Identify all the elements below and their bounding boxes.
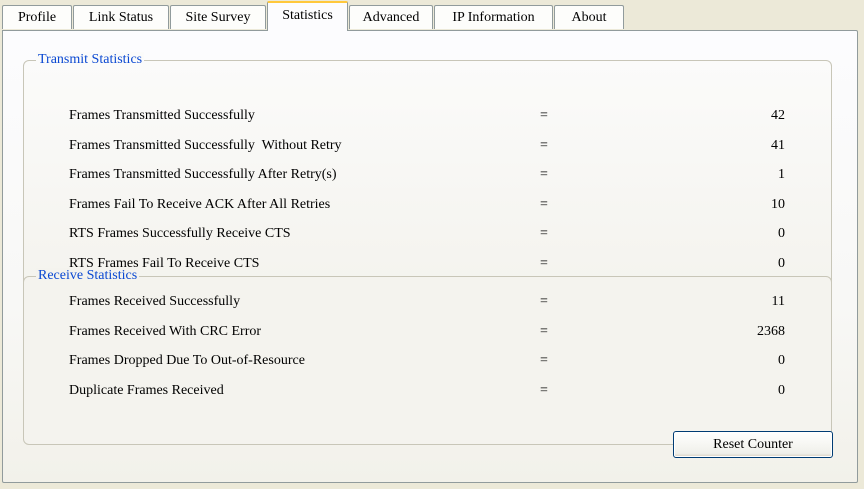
row-label: RTS Frames Successfully Receive CTS xyxy=(69,226,291,241)
row-value: 2368 xyxy=(757,324,785,339)
receive-row: Frames Received With CRC Error = 2368 xyxy=(24,322,831,342)
transmit-row: Frames Transmitted Successfully After Re… xyxy=(24,165,831,185)
transmit-row: RTS Frames Fail To Receive CTS = 0 xyxy=(24,254,831,274)
row-equals: = xyxy=(540,197,548,212)
row-value: 1 xyxy=(778,167,785,182)
tab-advanced[interactable]: Advanced xyxy=(349,5,433,29)
receive-row: Frames Received Successfully = 11 xyxy=(24,292,831,312)
row-label: Frames Transmitted Successfully Without … xyxy=(69,138,342,153)
row-value: 0 xyxy=(778,353,785,368)
receive-statistics-title: Receive Statistics xyxy=(36,268,140,284)
row-equals: = xyxy=(540,324,548,339)
row-value: 42 xyxy=(771,108,785,123)
row-equals: = xyxy=(540,138,548,153)
row-label: Duplicate Frames Received xyxy=(69,383,224,398)
transmit-row: RTS Frames Successfully Receive CTS = 0 xyxy=(24,224,831,244)
row-equals: = xyxy=(540,256,548,271)
tab-site-survey[interactable]: Site Survey xyxy=(170,5,266,29)
row-label: Frames Transmitted Successfully After Re… xyxy=(69,167,337,182)
row-label: Frames Received Successfully xyxy=(69,294,241,309)
reset-counter-button[interactable]: Reset Counter xyxy=(673,431,833,458)
tab-about[interactable]: About xyxy=(554,5,624,29)
row-value: 41 xyxy=(771,138,785,153)
transmit-statistics-group: Transmit Statistics Frames Transmitted S… xyxy=(23,52,832,291)
row-label: Frames Fail To Receive ACK After All Ret… xyxy=(69,197,331,212)
row-equals: = xyxy=(540,383,548,398)
statistics-panel: Transmit Statistics Frames Transmitted S… xyxy=(2,30,858,483)
row-label: Frames Transmitted Successfully xyxy=(69,108,255,123)
row-value: 0 xyxy=(778,256,785,271)
tab-bar: Profile Link Status Site Survey Statisti… xyxy=(0,0,864,31)
transmit-statistics-title: Transmit Statistics xyxy=(36,52,145,68)
row-equals: = xyxy=(540,294,548,309)
row-value: 11 xyxy=(771,294,785,309)
tab-profile[interactable]: Profile xyxy=(2,5,72,29)
transmit-row: Frames Transmitted Successfully = 42 xyxy=(24,106,831,126)
receive-row: Duplicate Frames Received = 0 xyxy=(24,381,831,401)
row-equals: = xyxy=(540,353,548,368)
row-label: Frames Received With CRC Error xyxy=(69,324,262,339)
transmit-row: Frames Fail To Receive ACK After All Ret… xyxy=(24,195,831,215)
row-equals: = xyxy=(540,226,548,241)
row-equals: = xyxy=(540,108,548,123)
receive-statistics-group: Receive Statistics Frames Received Succe… xyxy=(23,268,832,445)
row-value: 0 xyxy=(778,226,785,241)
row-label: Frames Dropped Due To Out-of-Resource xyxy=(69,353,305,368)
tab-link-status[interactable]: Link Status xyxy=(73,5,169,29)
row-value: 0 xyxy=(778,383,785,398)
receive-row: Frames Dropped Due To Out-of-Resource = … xyxy=(24,351,831,371)
transmit-row: Frames Transmitted Successfully Without … xyxy=(24,136,831,156)
row-value: 10 xyxy=(771,197,785,212)
tab-statistics[interactable]: Statistics xyxy=(267,1,348,31)
row-equals: = xyxy=(540,167,548,182)
tab-ip-information[interactable]: IP Information xyxy=(434,5,553,29)
